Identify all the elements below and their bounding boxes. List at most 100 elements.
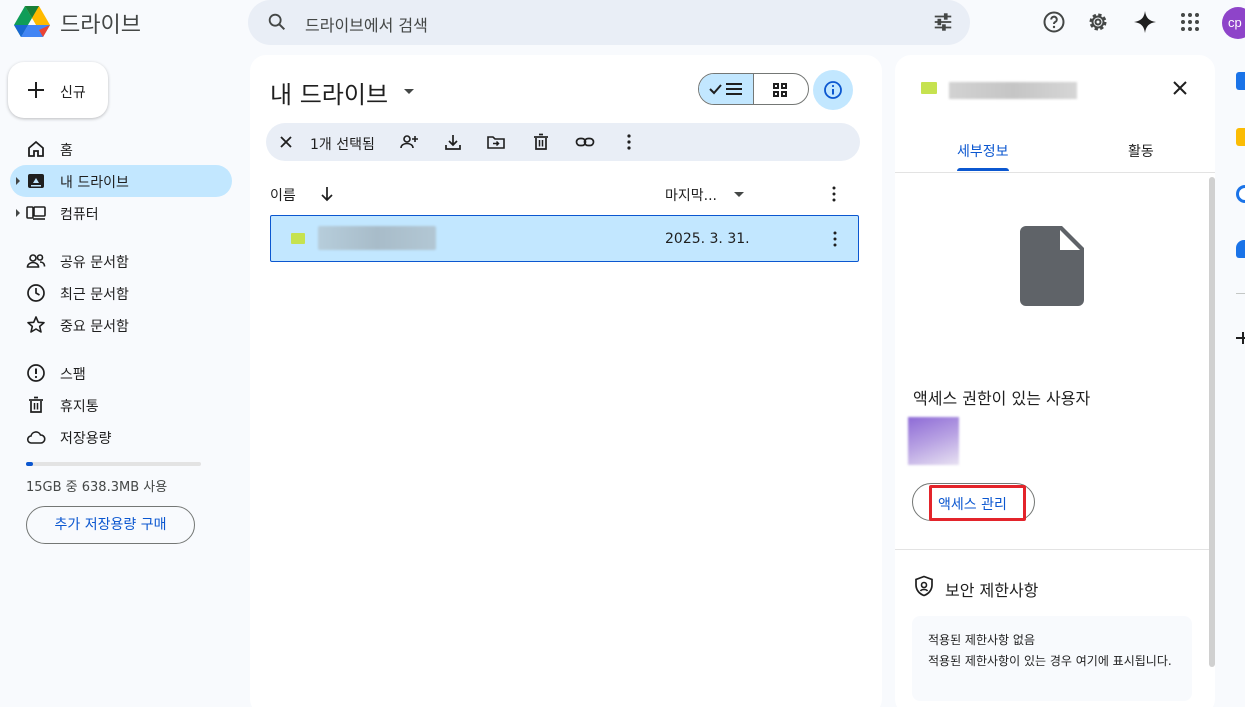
clear-selection-icon[interactable]	[278, 134, 294, 150]
app-title[interactable]: 드라이브	[60, 7, 141, 39]
sidebar-item-label: 컴퓨터	[60, 207, 99, 223]
home-icon	[28, 140, 44, 157]
file-modified-date: 2025. 3. 31.	[665, 231, 750, 247]
tasks-app-icon[interactable]	[1236, 185, 1245, 203]
settings-gear-icon[interactable]	[1086, 10, 1110, 34]
view-toggle[interactable]	[698, 73, 809, 105]
column-header-name[interactable]: 이름	[270, 185, 296, 205]
sidebar-item-my-drive[interactable]: 내 드라이브	[10, 165, 232, 197]
expand-caret-icon[interactable]	[16, 177, 20, 185]
drive-icon	[28, 174, 44, 188]
keep-app-icon[interactable]	[1236, 128, 1245, 146]
sidebar-item-label: 휴지통	[60, 399, 99, 415]
tab-indicator	[957, 168, 1009, 171]
shared-people-icon	[26, 254, 46, 268]
share-person-add-icon[interactable]	[399, 132, 419, 152]
security-info-box: 적용된 제한사항 없음 적용된 제한사항이 있는 경우 여기에 표시됩니다.	[912, 616, 1192, 701]
file-type-icon	[921, 82, 937, 94]
sidebar-item-starred[interactable]: 중요 문서함	[10, 309, 232, 341]
more-actions-icon[interactable]	[619, 132, 639, 152]
sidebar-item-label: 스팸	[60, 367, 86, 383]
file-name-redacted	[318, 226, 436, 250]
new-button[interactable]: 신규	[8, 62, 108, 118]
account-avatar[interactable]: cp	[1222, 7, 1245, 39]
security-description: 적용된 제한사항이 있는 경우 여기에 표시됩니다.	[928, 654, 1172, 668]
storage-progress-bar	[26, 462, 201, 466]
side-panel-divider	[1236, 293, 1245, 294]
sidebar-item-label: 내 드라이브	[60, 175, 129, 191]
tab-divider	[895, 172, 1215, 173]
security-status-text: 적용된 제한사항 없음	[928, 633, 1035, 647]
grid-view-button[interactable]	[754, 74, 809, 104]
selection-count: 1개 선택됨	[310, 137, 375, 153]
computer-icon	[26, 206, 46, 220]
sidebar-item-home[interactable]: 홈	[10, 133, 232, 165]
details-scrollbar[interactable]	[1209, 177, 1215, 667]
drive-logo-icon[interactable]	[12, 4, 52, 40]
security-heading: 보안 제한사항	[945, 581, 1039, 600]
file-name-redacted	[949, 82, 1077, 99]
sidebar-item-label: 공유 문서함	[60, 255, 129, 271]
sidebar-item-label: 최근 문서함	[60, 287, 129, 303]
search-input[interactable]: 드라이브에서 검색	[305, 12, 428, 36]
column-options-icon[interactable]	[826, 185, 842, 203]
file-type-icon	[291, 233, 305, 244]
move-to-folder-icon[interactable]	[486, 132, 506, 152]
details-panel: 세부정보 활동 액세스 권한이 있는 사용자 액세스 관리 보안 제한사항 적용…	[895, 55, 1215, 707]
sidebar-item-computers[interactable]: 컴퓨터	[10, 197, 232, 229]
spam-alert-icon	[27, 364, 45, 382]
cloud-icon	[26, 431, 46, 444]
sidebar-item-spam[interactable]: 스팸	[10, 357, 232, 389]
download-icon[interactable]	[443, 132, 463, 152]
sort-arrow-down-icon[interactable]	[320, 186, 334, 202]
delete-trash-icon[interactable]	[531, 132, 551, 152]
section-divider	[895, 549, 1215, 550]
column-header-modified[interactable]: 마지막...	[665, 185, 717, 205]
expand-caret-icon[interactable]	[16, 209, 20, 217]
info-icon	[824, 81, 842, 99]
user-avatar[interactable]	[908, 417, 959, 465]
list-view-icon	[709, 83, 742, 95]
tab-details[interactable]: 세부정보	[957, 141, 1009, 161]
sidebar-item-storage[interactable]: 저장용량	[10, 421, 232, 453]
copy-link-icon[interactable]	[575, 132, 595, 152]
file-preview-icon	[1020, 226, 1084, 306]
table-row[interactable]: 2025. 3. 31.	[270, 215, 859, 262]
clock-icon	[27, 284, 45, 302]
sidebar-item-trash[interactable]: 휴지통	[10, 389, 232, 421]
sidebar-item-label: 저장용량	[60, 431, 112, 447]
page-title[interactable]: 내 드라이브	[270, 75, 388, 110]
search-options-icon[interactable]	[932, 11, 954, 33]
search-bar[interactable]: 드라이브에서 검색	[248, 0, 970, 45]
sidebar-item-shared[interactable]: 공유 문서함	[10, 245, 232, 277]
contacts-app-icon[interactable]	[1236, 240, 1245, 258]
selection-toolbar: 1개 선택됨	[266, 123, 860, 161]
star-icon	[27, 316, 45, 333]
close-icon[interactable]	[1171, 79, 1189, 97]
add-app-plus-icon[interactable]	[1236, 331, 1245, 345]
shield-lock-icon	[915, 575, 933, 597]
manage-access-label[interactable]: 액세스 관리	[938, 494, 1007, 514]
search-icon[interactable]	[266, 11, 288, 33]
sidebar-item-label: 홈	[60, 143, 73, 159]
title-dropdown-icon[interactable]	[404, 89, 414, 94]
tab-activity[interactable]: 활동	[1128, 141, 1154, 161]
main-panel: 내 드라이브 1개 선택됨 이름 마지막... 2025. 3. 31.	[250, 55, 882, 707]
storage-progress-fill	[26, 462, 34, 466]
calendar-app-icon[interactable]	[1236, 72, 1245, 90]
row-more-icon[interactable]	[827, 230, 843, 248]
details-info-button[interactable]	[813, 70, 853, 110]
list-view-button[interactable]	[699, 74, 754, 104]
modified-dropdown-icon[interactable]	[734, 192, 744, 197]
sidebar-item-label: 중요 문서함	[60, 319, 129, 335]
storage-usage-text: 15GB 중 638.3MB 사용	[26, 480, 168, 495]
access-heading: 액세스 권한이 있는 사용자	[913, 389, 1091, 408]
plus-icon	[28, 82, 44, 98]
gemini-sparkle-icon[interactable]	[1133, 10, 1157, 34]
sidebar-item-recent[interactable]: 최근 문서함	[10, 277, 232, 309]
trash-icon	[29, 396, 43, 413]
buy-storage-button[interactable]: 추가 저장용량 구매	[26, 506, 195, 544]
grid-view-icon	[772, 83, 787, 97]
help-icon[interactable]	[1042, 10, 1066, 34]
apps-grid-icon[interactable]	[1178, 10, 1202, 34]
